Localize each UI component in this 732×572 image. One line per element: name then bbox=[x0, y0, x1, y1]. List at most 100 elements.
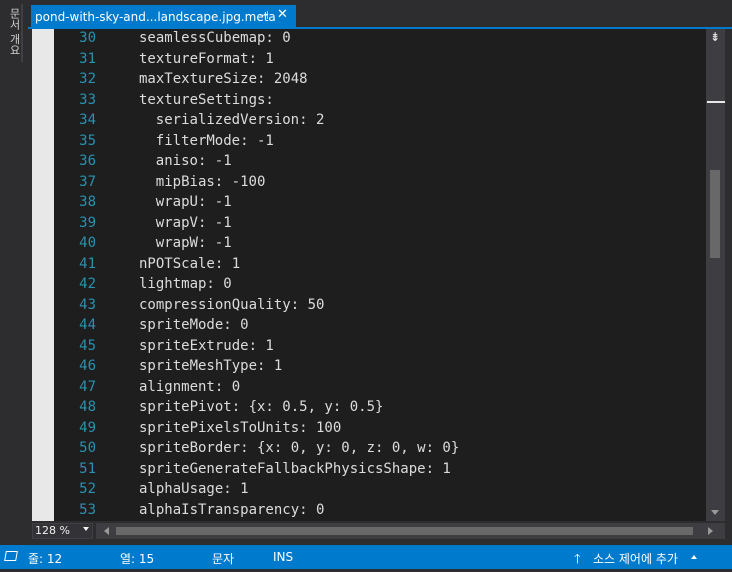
editor-bottom-bar: 128 % bbox=[32, 521, 725, 541]
line-number: 52 bbox=[79, 481, 96, 497]
code-line[interactable]: 41 nPOTScale: 1 bbox=[32, 254, 706, 275]
line-number: 35 bbox=[79, 132, 96, 149]
zoom-select[interactable]: 128 % bbox=[32, 523, 93, 539]
line-number: 37 bbox=[79, 173, 96, 190]
code-text[interactable]: spritePivot: {x: 0.5, y: 0.5} bbox=[139, 397, 383, 418]
status-bar: 줄: 12 열: 15 문자 INS 🡑 소스 제어에 추가 bbox=[0, 545, 732, 569]
code-line[interactable]: 40 wrapW: -1 bbox=[32, 233, 706, 254]
code-editor[interactable]: 30 seamlessCubemap: 0 31 textureFormat: 1 32… bbox=[32, 29, 706, 521]
line-number: 30 bbox=[79, 30, 96, 46]
status-column[interactable]: 열: 15 bbox=[120, 550, 154, 567]
line-number: 49 bbox=[79, 419, 96, 436]
code-line[interactable]: 52 alphaUsage: 1 bbox=[32, 479, 706, 500]
code-text[interactable]: lightmap: 0 bbox=[139, 274, 232, 295]
code-text[interactable]: wrapV: -1 bbox=[156, 213, 232, 234]
line-number: 50 bbox=[79, 440, 96, 456]
status-line[interactable]: 줄: 12 bbox=[28, 550, 62, 567]
code-text[interactable]: spritePixelsToUnits: 100 bbox=[139, 418, 341, 439]
line-number: 48 bbox=[79, 399, 96, 415]
code-text[interactable]: compressionQuality: 50 bbox=[139, 295, 324, 316]
code-text[interactable]: filterMode: -1 bbox=[156, 131, 274, 152]
document-outline-tab[interactable]: 문서 개요 bbox=[7, 4, 23, 62]
horizontal-scrollbar[interactable] bbox=[96, 523, 725, 539]
code-text[interactable]: maxTextureSize: 2048 bbox=[139, 69, 308, 90]
code-line[interactable]: 33 textureSettings: bbox=[32, 90, 706, 111]
code-text[interactable]: spriteBorder: {x: 0, y: 0, z: 0, w: 0} bbox=[139, 438, 459, 459]
code-line[interactable]: 46 spriteMeshType: 1 bbox=[32, 356, 706, 377]
code-text[interactable]: spriteMeshType: 1 bbox=[139, 356, 282, 377]
line-number: 42 bbox=[79, 276, 96, 292]
code-line[interactable]: 45 spriteExtrude: 1 bbox=[32, 336, 706, 357]
code-text[interactable]: aniso: -1 bbox=[156, 151, 232, 172]
code-text[interactable]: wrapU: -1 bbox=[156, 192, 232, 213]
code-text[interactable]: spriteMode: 0 bbox=[139, 315, 249, 336]
add-to-source-control-button[interactable]: 소스 제어에 추가 bbox=[593, 550, 678, 567]
code-line[interactable]: 48 spritePivot: {x: 0.5, y: 0.5} bbox=[32, 397, 706, 418]
scroll-position-marker bbox=[707, 101, 725, 103]
line-number: 38 bbox=[79, 194, 96, 210]
tab-bar: pond-with-sky-and...landscape.jpg.meta ⊣… bbox=[28, 0, 732, 28]
code-line[interactable]: 51 spriteGenerateFallbackPhysicsShape: 1 bbox=[32, 459, 706, 480]
code-line[interactable]: 30 seamlessCubemap: 0 bbox=[32, 29, 706, 49]
code-text[interactable]: seamlessCubemap: 0 bbox=[139, 29, 291, 49]
code-text[interactable]: serializedVersion: 2 bbox=[156, 110, 325, 131]
code-line[interactable]: 43 compressionQuality: 50 bbox=[32, 295, 706, 316]
code-text[interactable]: textureSettings: bbox=[139, 90, 274, 111]
line-number: 41 bbox=[79, 255, 96, 272]
status-insert-mode[interactable]: INS bbox=[273, 550, 293, 564]
tab-file-meta[interactable]: pond-with-sky-and...landscape.jpg.meta ⊣… bbox=[31, 5, 296, 28]
code-line[interactable]: 38 wrapU: -1 bbox=[32, 192, 706, 213]
line-number: 34 bbox=[79, 112, 96, 128]
line-number: 32 bbox=[79, 71, 96, 87]
code-text[interactable]: spriteGenerateFallbackPhysicsShape: 1 bbox=[139, 459, 451, 480]
line-number: 39 bbox=[79, 214, 96, 231]
split-window-icon[interactable]: ⇟ bbox=[708, 30, 722, 44]
code-text[interactable]: wrapW: -1 bbox=[156, 233, 232, 254]
pin-icon[interactable]: ⊣ bbox=[259, 9, 269, 22]
code-text[interactable]: textureFormat: 1 bbox=[139, 49, 274, 70]
code-line[interactable]: 44 spriteMode: 0 bbox=[32, 315, 706, 336]
code-text[interactable]: alphaIsTransparency: 0 bbox=[139, 500, 324, 521]
code-text[interactable]: alignment: 0 bbox=[139, 377, 240, 398]
document-outline-strip: 문서 개요 bbox=[0, 0, 28, 545]
code-line[interactable]: 34 serializedVersion: 2 bbox=[32, 110, 706, 131]
caret-up-icon[interactable] bbox=[691, 555, 697, 559]
code-line[interactable]: 42 lightmap: 0 bbox=[32, 274, 706, 295]
code-text[interactable]: spriteExtrude: 1 bbox=[139, 336, 274, 357]
line-number: 53 bbox=[79, 501, 96, 518]
ready-icon bbox=[4, 551, 18, 561]
code-line[interactable]: 49 spritePixelsToUnits: 100 bbox=[32, 418, 706, 439]
line-number: 36 bbox=[79, 153, 96, 169]
zoom-value: 128 % bbox=[35, 524, 70, 537]
code-line[interactable]: 53 alphaIsTransparency: 0 bbox=[32, 500, 706, 521]
line-number: 43 bbox=[79, 296, 96, 313]
code-line[interactable]: 50 spriteBorder: {x: 0, y: 0, z: 0, w: 0} bbox=[32, 438, 706, 459]
vertical-scroll-thumb[interactable] bbox=[710, 170, 720, 258]
scroll-right-icon[interactable] bbox=[708, 527, 713, 535]
line-number: 45 bbox=[79, 337, 96, 354]
code-text[interactable]: mipBias: -100 bbox=[156, 172, 266, 193]
code-line[interactable]: 47 alignment: 0 bbox=[32, 377, 706, 398]
code-line[interactable]: 31 textureFormat: 1 bbox=[32, 49, 706, 70]
code-line[interactable]: 35 filterMode: -1 bbox=[32, 131, 706, 152]
tab-title: pond-with-sky-and...landscape.jpg.meta bbox=[35, 9, 276, 24]
line-number: 47 bbox=[79, 378, 96, 395]
scroll-down-icon[interactable] bbox=[711, 510, 719, 515]
code-line[interactable]: 36 aniso: -1 bbox=[32, 151, 706, 172]
code-text[interactable]: nPOTScale: 1 bbox=[139, 254, 240, 275]
line-number: 46 bbox=[79, 358, 96, 374]
code-line[interactable]: 32 maxTextureSize: 2048 bbox=[32, 69, 706, 90]
line-number: 40 bbox=[79, 235, 96, 251]
horizontal-scroll-thumb[interactable] bbox=[116, 527, 693, 535]
line-number: 51 bbox=[79, 460, 96, 477]
line-number: 44 bbox=[79, 317, 96, 333]
line-number: 31 bbox=[79, 50, 96, 67]
code-line[interactable]: 37 mipBias: -100 bbox=[32, 172, 706, 193]
scroll-left-icon[interactable] bbox=[104, 527, 109, 535]
code-text[interactable]: alphaUsage: 1 bbox=[139, 479, 249, 500]
code-line[interactable]: 39 wrapV: -1 bbox=[32, 213, 706, 234]
chevron-down-icon[interactable] bbox=[83, 527, 89, 531]
status-char[interactable]: 문자 bbox=[212, 550, 234, 567]
close-icon[interactable]: ✕ bbox=[277, 7, 288, 22]
line-number: 33 bbox=[79, 91, 96, 108]
